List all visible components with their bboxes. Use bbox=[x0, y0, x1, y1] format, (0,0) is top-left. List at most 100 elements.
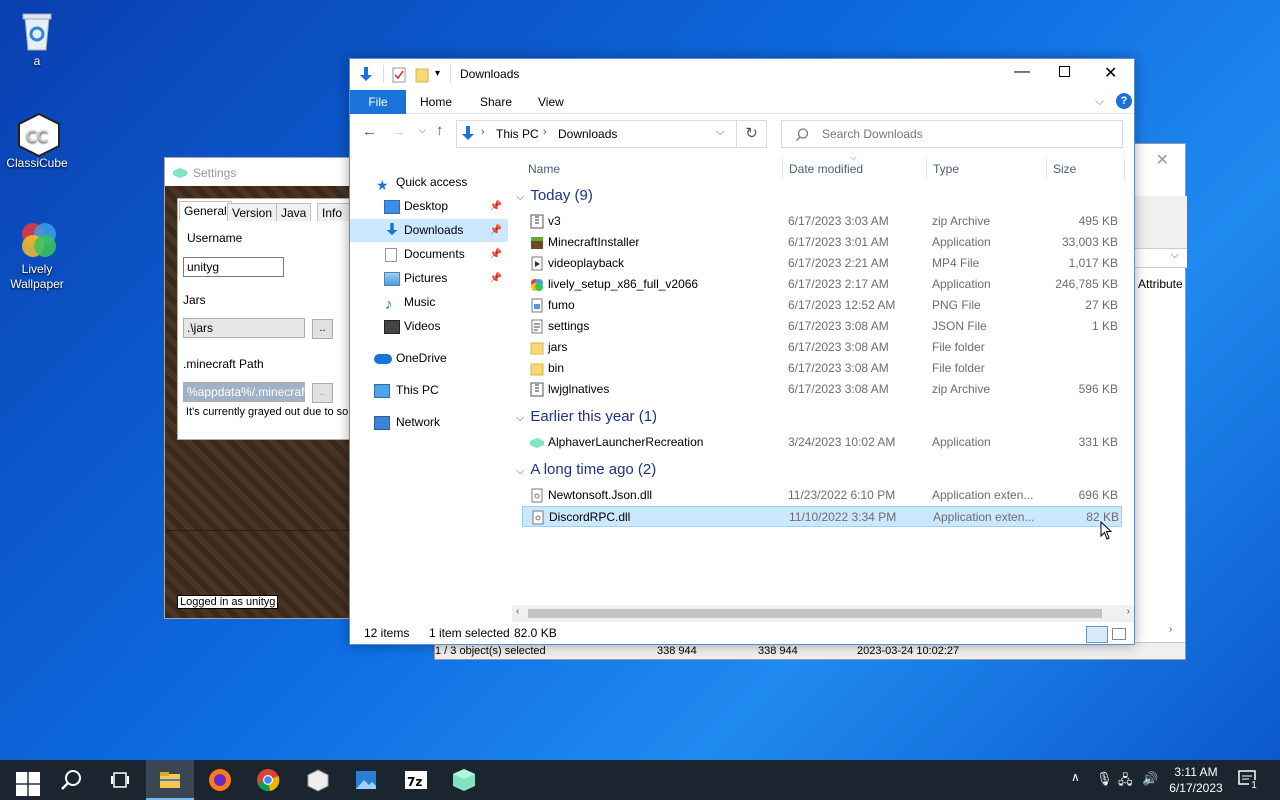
taskbar-alphaver-launcher[interactable] bbox=[440, 760, 488, 800]
new-folder-icon[interactable] bbox=[415, 67, 429, 83]
nav-music[interactable]: ♪ Music bbox=[350, 291, 508, 314]
file-row[interactable]: lwjglnatives 6/17/2023 3:08 AM zip Archive… bbox=[522, 379, 1122, 400]
nav-desktop[interactable]: Desktop 📌 bbox=[350, 195, 508, 218]
file-row[interactable]: settings 6/17/2023 3:08 AM JSON File 1 KB bbox=[522, 316, 1122, 337]
settings-window[interactable]: Settings General Version Java Info Usern… bbox=[164, 157, 355, 619]
address-dropdown-icon[interactable]: ⌵ bbox=[716, 126, 724, 139]
file-row[interactable]: MinecraftInstaller 6/17/2023 3:01 AM Appli… bbox=[522, 232, 1122, 253]
username-input[interactable]: unityg bbox=[183, 257, 284, 277]
taskbar-firefox[interactable] bbox=[196, 760, 244, 800]
up-button[interactable]: ↑ bbox=[436, 122, 444, 139]
file-row[interactable]: AlphaverLauncherRecreation 3/24/2023 10:0… bbox=[522, 432, 1122, 453]
minimize-button[interactable]: — bbox=[1014, 63, 1030, 81]
help-icon[interactable]: ? bbox=[1116, 93, 1132, 109]
breadcrumb-downloads[interactable]: Downloads bbox=[558, 127, 617, 141]
nav-this-pc[interactable]: This PC bbox=[350, 379, 508, 402]
column-size[interactable]: Size bbox=[1053, 154, 1076, 184]
scroll-right-icon[interactable]: › bbox=[1169, 624, 1172, 635]
desktop-icon-lively[interactable]: Lively Wallpaper bbox=[1, 218, 73, 292]
microphone-icon[interactable]: 🎙 bbox=[1096, 771, 1113, 787]
nav-downloads[interactable]: Downloads 📌 bbox=[350, 219, 508, 242]
network-tray-icon[interactable]: 🖧 bbox=[1118, 771, 1133, 793]
recent-locations-icon[interactable]: ⌵ bbox=[419, 125, 426, 136]
scroll-left-icon[interactable]: ‹ bbox=[516, 606, 519, 617]
jars-input[interactable]: .\jars bbox=[183, 318, 305, 338]
clock[interactable]: 3:11 AM 6/17/2023 bbox=[1166, 764, 1226, 796]
close-button[interactable]: ✕ bbox=[1104, 63, 1117, 83]
explorer-titlebar[interactable]: ▾ Downloads — ✕ bbox=[350, 59, 1134, 90]
taskbar-photos[interactable] bbox=[342, 760, 390, 800]
column-name[interactable]: Name bbox=[528, 154, 560, 184]
file-row[interactable]: bin 6/17/2023 3:08 AM File folder bbox=[522, 358, 1122, 379]
file-row[interactable]: DiscordRPC.dll 11/10/2022 3:34 PM Applicat… bbox=[522, 506, 1122, 527]
group-header[interactable]: ⌵ A long time ago (2) bbox=[516, 461, 1130, 481]
taskbar-classicube[interactable] bbox=[294, 760, 342, 800]
large-icons-view-button[interactable] bbox=[1112, 628, 1126, 640]
chevron-down-icon[interactable]: ⌵ bbox=[516, 412, 524, 424]
taskbar-7zip[interactable]: 7z bbox=[392, 760, 440, 800]
search-button[interactable] bbox=[48, 760, 96, 800]
tab-version[interactable]: Version bbox=[227, 203, 278, 221]
pin-icon[interactable]: 📌 bbox=[490, 219, 502, 242]
column-type[interactable]: Type bbox=[933, 154, 959, 184]
breadcrumb-this-pc[interactable]: This PC bbox=[496, 127, 539, 141]
nav-network[interactable]: Network bbox=[350, 411, 508, 434]
nav-pictures[interactable]: Pictures 📌 bbox=[350, 267, 508, 290]
scrollbar-thumb[interactable] bbox=[528, 609, 1102, 618]
minecraft-path-browse-button[interactable]: .. bbox=[312, 383, 333, 403]
settings-titlebar[interactable]: Settings bbox=[165, 158, 353, 186]
tab-java[interactable]: Java bbox=[276, 203, 312, 221]
desktop-icon-recycle-bin[interactable]: a bbox=[1, 10, 73, 68]
pin-icon[interactable]: 📌 bbox=[490, 267, 502, 290]
show-hidden-icons-button[interactable]: ∧ bbox=[1071, 770, 1080, 784]
attribute-column-header[interactable]: Attribute bbox=[1138, 277, 1183, 291]
desktop-icon-classicube[interactable]: CC ClassiCube bbox=[1, 112, 73, 170]
chevron-down-icon[interactable]: ⌵ bbox=[516, 191, 524, 203]
taskbar-chrome[interactable] bbox=[244, 760, 292, 800]
tab-home[interactable]: Home bbox=[406, 90, 466, 114]
nav-videos[interactable]: Videos bbox=[350, 315, 508, 338]
file-row[interactable]: Newtonsoft.Json.dll 11/23/2022 6:10 PM App… bbox=[522, 485, 1122, 506]
chevron-down-icon[interactable]: ⌵ bbox=[1171, 250, 1179, 261]
notifications-button[interactable]: 1 bbox=[1238, 769, 1260, 791]
nav-quick-access[interactable]: ★ Quick access bbox=[350, 171, 508, 194]
start-button[interactable] bbox=[0, 760, 48, 800]
group-header[interactable]: ⌵ Earlier this year (1) bbox=[516, 408, 1130, 428]
file-row[interactable]: fumo 6/17/2023 12:52 AM PNG File 27 KB bbox=[522, 295, 1122, 316]
volume-icon[interactable]: 🔊 bbox=[1142, 771, 1158, 787]
column-date-modified[interactable]: Date modified bbox=[789, 154, 863, 184]
taskbar-file-explorer[interactable] bbox=[146, 760, 194, 800]
quick-access-dropdown-icon[interactable]: ▾ bbox=[435, 68, 440, 79]
file-row[interactable]: lively_setup_x86_full_v2066 6/17/2023 2:1… bbox=[522, 274, 1122, 295]
file-explorer-window[interactable]: ▾ Downloads — ✕ File Home Share View ⌵ ?… bbox=[349, 58, 1135, 645]
search-input[interactable]: Search Downloads bbox=[781, 120, 1123, 148]
details-view-button[interactable] bbox=[1086, 626, 1108, 643]
scroll-right-icon[interactable]: › bbox=[1127, 606, 1130, 617]
pin-icon[interactable]: 📌 bbox=[490, 243, 502, 266]
forward-button[interactable]: → bbox=[391, 123, 406, 140]
horizontal-scrollbar[interactable]: ‹ › bbox=[512, 605, 1134, 622]
tab-view[interactable]: View bbox=[524, 90, 578, 114]
address-bar[interactable]: › This PC › Downloads ⌵ bbox=[456, 120, 737, 148]
tab-general[interactable]: General bbox=[179, 201, 232, 221]
refresh-button[interactable]: ↻ bbox=[737, 120, 767, 148]
file-row[interactable]: v3 6/17/2023 3:03 AM zip Archive 495 KB bbox=[522, 211, 1122, 232]
minecraft-path-input[interactable]: %appdata%/.minecraft bbox=[183, 382, 308, 402]
jars-browse-button[interactable]: .. bbox=[312, 319, 333, 339]
maximize-button[interactable] bbox=[1059, 66, 1070, 77]
group-header[interactable]: ⌵ Today (9) bbox=[516, 187, 1130, 207]
tab-file[interactable]: File bbox=[350, 90, 406, 114]
properties-icon[interactable] bbox=[392, 67, 406, 83]
file-row[interactable]: videoplayback 6/17/2023 2:21 AM MP4 File 1,… bbox=[522, 253, 1122, 274]
nav-documents[interactable]: Documents 📌 bbox=[350, 243, 508, 266]
chevron-down-icon[interactable]: ⌵ bbox=[516, 465, 524, 477]
nav-onedrive[interactable]: OneDrive bbox=[350, 347, 508, 370]
pin-icon[interactable]: 📌 bbox=[490, 195, 502, 218]
file-row[interactable]: jars 6/17/2023 3:08 AM File folder bbox=[522, 337, 1122, 358]
download-arrow-icon[interactable] bbox=[359, 67, 373, 83]
ribbon-expand-icon[interactable]: ⌵ bbox=[1095, 94, 1104, 109]
back-button[interactable]: ← bbox=[362, 123, 377, 140]
tab-share[interactable]: Share bbox=[466, 90, 526, 114]
close-icon[interactable]: ✕ bbox=[1156, 150, 1169, 170]
task-view-button[interactable] bbox=[96, 760, 144, 800]
